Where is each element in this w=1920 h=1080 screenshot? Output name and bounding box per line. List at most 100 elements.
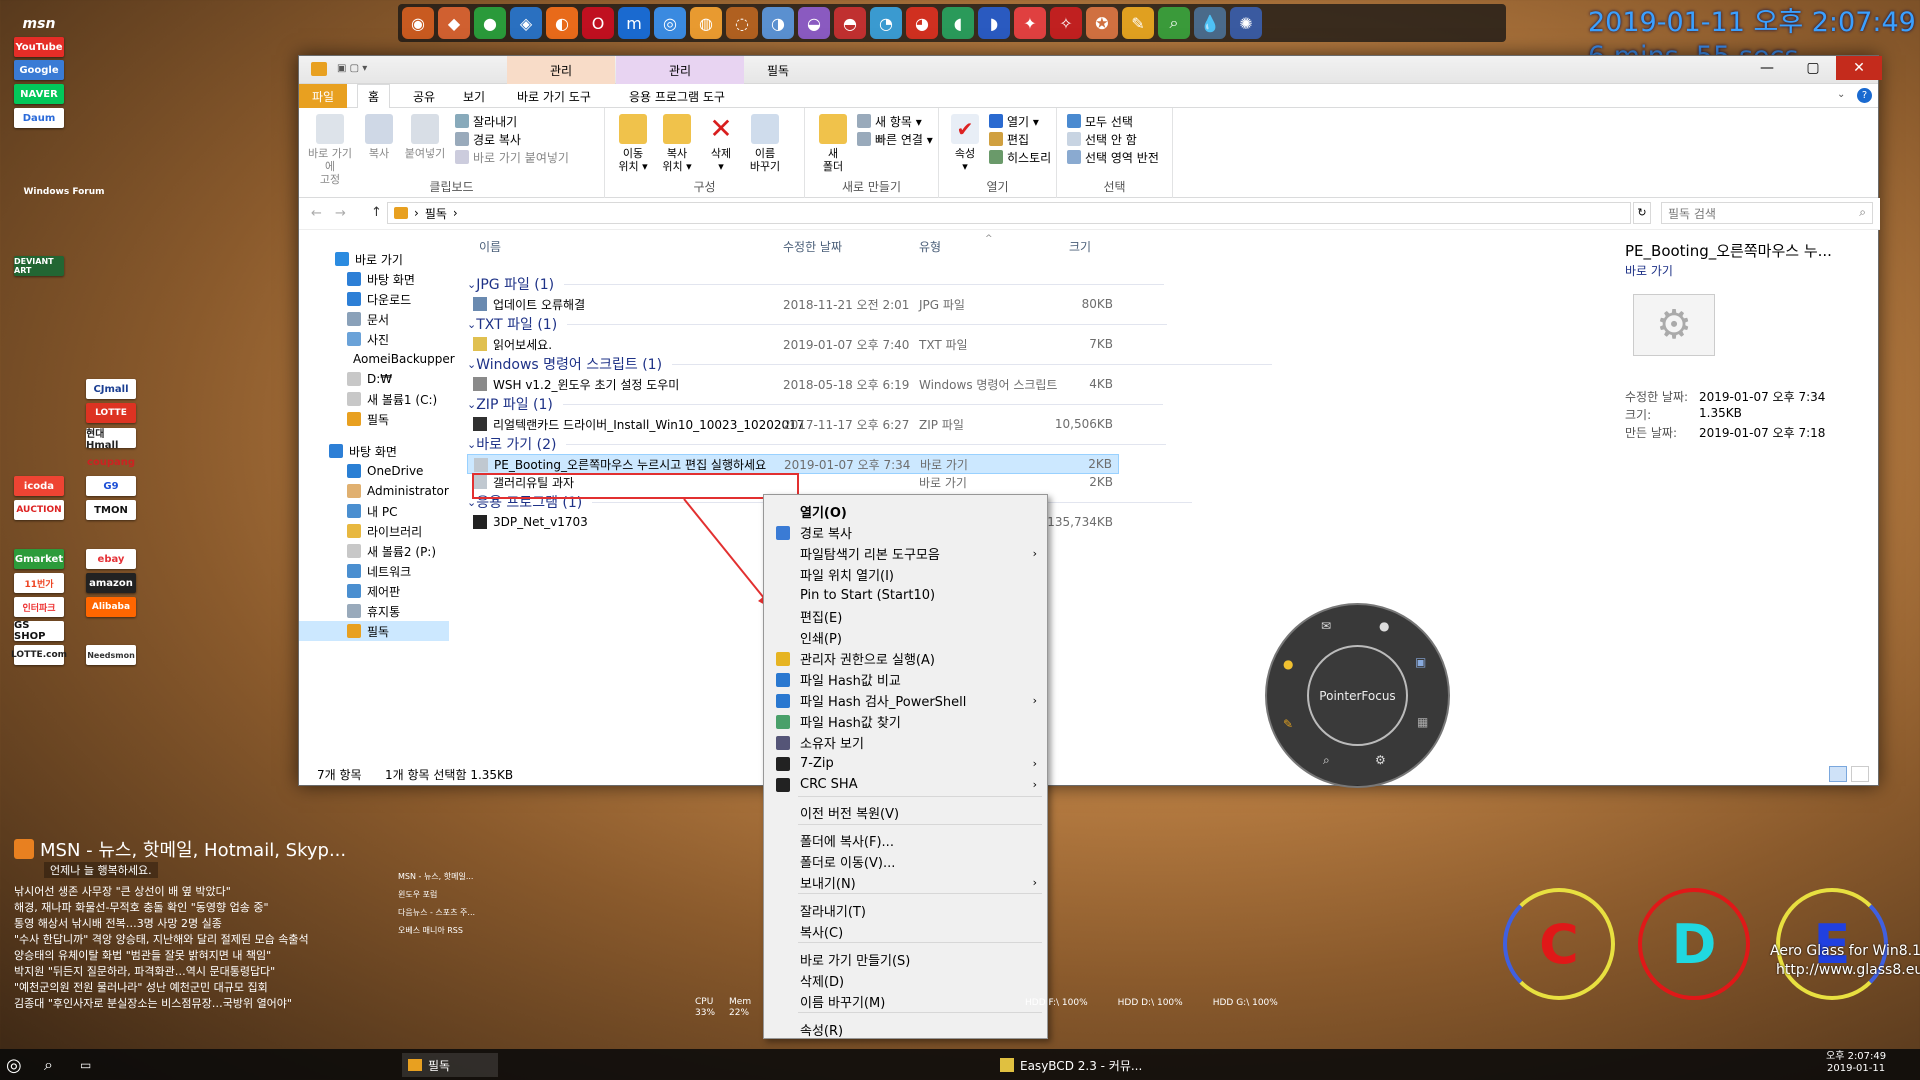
firefox-icon[interactable]: ◐ bbox=[546, 7, 578, 39]
dock-app-icon[interactable]: ◗ bbox=[978, 7, 1010, 39]
help-icon[interactable]: ? bbox=[1857, 88, 1872, 103]
pf-tool-icon[interactable]: ▦ bbox=[1417, 715, 1428, 729]
menu-item[interactable]: 열기(O) bbox=[766, 501, 1045, 522]
maximize-button[interactable]: ▢ bbox=[1790, 56, 1836, 80]
details-view-button[interactable] bbox=[1829, 766, 1847, 782]
desktop-shortcut-icoda[interactable]: icoda bbox=[14, 476, 64, 496]
pf-tool-icon[interactable]: ▣ bbox=[1415, 655, 1426, 669]
rss-item[interactable]: 김종대 "후인사자로 분실장소는 비스점뮤장…국방위 열어야" bbox=[14, 996, 394, 1012]
dock-app-icon[interactable]: ◔ bbox=[870, 7, 902, 39]
desktop-shortcut-gsshop[interactable]: GS SHOP bbox=[14, 620, 64, 642]
file-row[interactable]: 읽어보세요. 2019-01-07 오후 7:40 TXT 파일 7KB bbox=[467, 334, 1119, 354]
menu-item[interactable]: 경로 복사 bbox=[766, 522, 1045, 543]
dock-app-icon[interactable]: ✦ bbox=[1014, 7, 1046, 39]
nav-item[interactable]: 필독 bbox=[299, 409, 449, 429]
dock-app-icon[interactable]: ✺ bbox=[1230, 7, 1262, 39]
group-header[interactable]: ⌄ ZIP 파일 (1) bbox=[467, 394, 1163, 414]
context-tab-manage-app[interactable]: 관리 bbox=[616, 56, 744, 84]
menu-item[interactable]: 소유자 보기 bbox=[766, 732, 1045, 753]
desktop-shortcut-amazon[interactable]: amazon bbox=[86, 573, 136, 593]
properties-button[interactable]: ✔ 속성 ▾ bbox=[943, 114, 987, 173]
desktop-shortcut-daum[interactable]: Daum bbox=[14, 108, 64, 128]
menu-item[interactable]: 파일 Hash값 찾기 bbox=[766, 711, 1045, 732]
delete-button[interactable]: ✕ 삭제 ▾ bbox=[699, 114, 743, 174]
breadcrumb[interactable]: 필독 bbox=[425, 205, 447, 222]
paste-button[interactable]: 붙여넣기 bbox=[403, 114, 447, 160]
menu-item[interactable]: 인쇄(P) bbox=[766, 627, 1045, 648]
menu-item[interactable]: 삭제(D) bbox=[766, 970, 1045, 991]
group-header[interactable]: ⌄ 바로 가기 (2) bbox=[467, 434, 1166, 454]
menu-item[interactable]: 파일 위치 열기(I) bbox=[766, 564, 1045, 585]
close-button[interactable]: ✕ bbox=[1836, 56, 1882, 80]
dock-app-icon[interactable]: ◌ bbox=[726, 7, 758, 39]
desktop-shortcut-interpark[interactable]: 인터파크 bbox=[14, 597, 64, 617]
nav-item[interactable]: 사진 bbox=[299, 329, 449, 349]
easybcd-task[interactable]: EasyBCD 2.3 - 커뮤... bbox=[1000, 1053, 1142, 1077]
nav-item[interactable]: 제어판 bbox=[299, 581, 449, 601]
nav-item[interactable]: OneDrive bbox=[299, 461, 449, 481]
select-none-button[interactable]: 선택 안 함 bbox=[1067, 130, 1137, 148]
desktop-shortcut-tmon[interactable]: TMON bbox=[86, 500, 136, 520]
history-button[interactable]: 히스토리 bbox=[989, 148, 1051, 166]
back-button[interactable]: ← bbox=[311, 206, 322, 221]
open-button[interactable]: 열기 ▾ bbox=[989, 112, 1039, 130]
menu-item[interactable]: 보내기(N) › bbox=[766, 872, 1045, 893]
nav-item[interactable]: 바탕 화면 bbox=[299, 269, 449, 289]
rss-item[interactable]: 양승태의 유체이탈 화법 "범관들 잘못 밝혀지면 내 책임" bbox=[14, 948, 394, 964]
tab-app-tools[interactable]: 응용 프로그램 도구 bbox=[619, 84, 735, 108]
search-icon[interactable]: ⌕ bbox=[1323, 753, 1330, 768]
column-size[interactable]: 크기 bbox=[1069, 238, 1091, 255]
gear-icon[interactable]: ⚙ bbox=[1375, 753, 1386, 767]
drive-d-ring[interactable]: D bbox=[1638, 888, 1750, 1000]
menu-item[interactable]: 속성(R) bbox=[766, 1019, 1045, 1040]
desktop-shortcut-msn[interactable]: msn bbox=[14, 14, 64, 34]
pf-tool-icon[interactable]: ✉ bbox=[1321, 619, 1331, 633]
file-row[interactable]: PE_Booting_오른쪽마우스 누르시고 편집 실행하세요 2019-01-0… bbox=[467, 454, 1119, 474]
ribbon-collapse-icon[interactable]: ⌄ bbox=[1837, 89, 1845, 100]
menu-item[interactable]: 폴더에 복사(F)... bbox=[766, 830, 1045, 851]
nav-item[interactable]: 네트워크 bbox=[299, 561, 449, 581]
desktop-shortcut-windows-forum[interactable]: Windows Forum bbox=[14, 182, 114, 202]
nav-item[interactable]: 필독 bbox=[299, 621, 449, 641]
rss-feed-link[interactable]: MSN - 뉴스, 핫메일... bbox=[398, 868, 475, 886]
search-input[interactable]: 필독 검색 ⌕ bbox=[1661, 202, 1873, 224]
nav-item[interactable]: 내 PC bbox=[299, 501, 449, 521]
context-tab-manage-shortcut[interactable]: 관리 bbox=[507, 56, 615, 84]
pin-button[interactable]: 바로 가기에 고정 bbox=[305, 114, 355, 186]
dock-app-icon[interactable]: ◈ bbox=[510, 7, 542, 39]
tab-view[interactable]: 보기 bbox=[453, 84, 495, 108]
desktop-shortcut-naver[interactable]: NAVER bbox=[14, 84, 64, 104]
tab-file[interactable]: 파일 bbox=[299, 84, 347, 108]
bulb-icon[interactable]: ● bbox=[1283, 657, 1293, 671]
nav-item[interactable]: 라이브러리 bbox=[299, 521, 449, 541]
explorer-task[interactable]: 필독 bbox=[402, 1053, 498, 1077]
dock-app-icon[interactable]: ◆ bbox=[438, 7, 470, 39]
menu-item[interactable]: 7-Zip › bbox=[766, 753, 1045, 774]
file-row[interactable]: 업데이트 오류해결 2018-11-21 오전 2:01 JPG 파일 80KB bbox=[467, 294, 1119, 314]
drop-icon[interactable]: 💧 bbox=[1194, 7, 1226, 39]
task-view-icon[interactable]: ▭ bbox=[80, 1053, 91, 1077]
desktop-shortcut-auction[interactable]: AUCTION bbox=[14, 500, 64, 520]
edit-button[interactable]: 편집 bbox=[989, 130, 1029, 148]
dock-app-icon[interactable]: ◉ bbox=[402, 7, 434, 39]
new-folder-button[interactable]: 새 폴더 bbox=[811, 114, 855, 173]
menu-item[interactable]: 잘라내기(T) bbox=[766, 900, 1045, 921]
dock-app-icon[interactable]: ◕ bbox=[906, 7, 938, 39]
desktop-shortcut-lottecom[interactable]: LOTTE.com bbox=[11, 645, 67, 665]
menu-item[interactable]: 파일 Hash값 비교 bbox=[766, 669, 1045, 690]
cut-button[interactable]: 잘라내기 bbox=[455, 112, 517, 130]
tab-home[interactable]: 홈 bbox=[357, 84, 391, 108]
desktop-shortcut-cjmall[interactable]: CJmall bbox=[86, 379, 136, 399]
forward-button[interactable]: → bbox=[335, 206, 346, 221]
rss-item[interactable]: 낚시어선 생존 사무장 "큰 상선이 배 옆 박았다" bbox=[14, 884, 394, 900]
rss-item[interactable]: 박지원 "뒤든지 질문하라, 파격화관…역시 문대통령답다" bbox=[14, 964, 394, 980]
easy-access-button[interactable]: 빠른 연결 ▾ bbox=[857, 130, 933, 148]
desktop-shortcut-alibaba[interactable]: Alibaba bbox=[86, 597, 136, 617]
column-type[interactable]: 유형 bbox=[919, 238, 941, 255]
desktop-shortcut-lotte[interactable]: LOTTE bbox=[86, 403, 136, 423]
copy-button[interactable]: 복사 bbox=[357, 114, 401, 160]
nav-item[interactable]: D:₩ bbox=[299, 369, 449, 389]
address-bar[interactable]: › 필독 › bbox=[387, 202, 1631, 224]
search-icon[interactable]: ⌕ bbox=[44, 1053, 53, 1077]
menu-item[interactable]: 관리자 권한으로 실행(A) bbox=[766, 648, 1045, 669]
